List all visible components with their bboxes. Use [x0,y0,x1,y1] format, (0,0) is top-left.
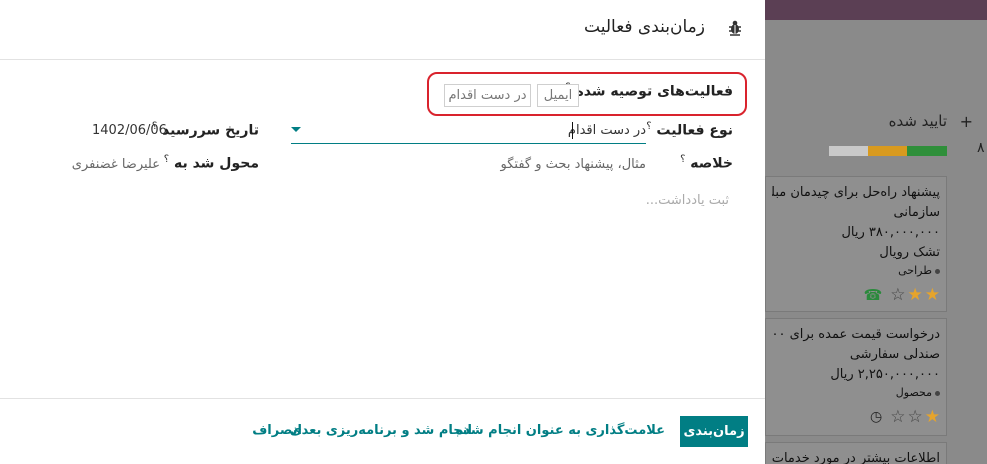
card-tag-label: طراحی [898,264,932,277]
done-schedule-next-button[interactable]: انجام شد و برنامه‌ریزی بعدی [290,423,472,438]
assigned-to-label-text: محول شد به [173,155,259,172]
card-tag: محصول [772,385,940,401]
summary-input[interactable]: مثال، پیشنهاد بحث و گفتگو [501,157,646,172]
star-empty-icon[interactable]: ☆ [890,285,905,305]
card-title-line2: صندلی سفارشی [849,347,940,362]
recommended-activities-label-text: فعالیت‌های توصیه شده [575,83,733,100]
progress-segment-green[interactable] [906,146,947,156]
help-icon[interactable]: ؟ [680,154,685,165]
activity-type-label-text: نوع فعالیت [656,122,733,139]
card-customer: تشک رویال [879,245,940,260]
card-amount: ۲,۲۵۰,۰۰۰,۰۰۰ ریال [830,367,940,382]
progress-segment-orange[interactable] [867,146,907,156]
activity-type-select[interactable]: در دست اقدام [291,120,646,144]
card-amount: ۳۸۰,۰۰۰,۰۰۰ ریال [841,225,940,240]
progress-segment-gray[interactable] [829,146,868,156]
kanban-card[interactable]: پیشنهاد راه‌حل برای چیدمان مبلمان سازمان… [765,176,947,312]
schedule-button[interactable]: زمان‌بندی [680,416,748,447]
kanban-card[interactable]: درخواست قیمت عمده برای ۶۰۰ ع صندلی سفارش… [765,318,947,436]
dialog-title: زمان‌بندی فعالیت [584,17,705,37]
activity-type-value: در دست اقدام [567,123,646,138]
column-add-icon[interactable]: + [960,112,973,131]
help-icon[interactable]: ؟ [646,121,651,132]
card-footer: ★ ☆ ☆ ◷ [772,407,940,427]
card-title-line2: سازمانی [893,205,940,220]
schedule-activity-dialog: زمان‌بندی فعالیت فعالیت‌های توصیه شده ؟ … [0,0,765,464]
help-icon[interactable]: ؟ [164,154,169,165]
card-tag: طراحی [772,263,940,279]
due-date-field[interactable]: 1402/06/06 [92,123,167,138]
note-editor[interactable]: ثبت یادداشت... [646,193,729,208]
text-cursor [572,122,573,139]
tag-dot-icon [935,390,940,396]
clock-icon[interactable]: ◷ [870,409,882,425]
assigned-to-field[interactable]: علیرضا غضنفری [72,157,160,172]
bug-icon[interactable] [725,18,745,38]
summary-label-text: خلاصه [690,155,733,172]
chevron-down-icon[interactable] [291,127,301,132]
kanban-column-title: تایید شده [888,112,947,130]
kanban-column-count: ۸ [977,140,985,156]
tag-dot-icon [935,268,940,274]
recommended-todo-button[interactable]: در دست اقدام [444,84,531,107]
recommended-activities-label: فعالیت‌های توصیه شده ؟ [565,82,733,100]
due-date-label: تاریخ سررسید ؟ [152,121,259,139]
mark-as-done-button[interactable]: علامت‌گذاری به عنوان انجام شده [456,423,665,438]
card-title: اطلاعات بیشتر در مورد خدمات ها [772,451,940,464]
card-title: پیشنهاد راه‌حل برای چیدمان مبلمان [772,185,940,200]
summary-label: خلاصه ؟ [680,154,733,172]
star-filled-icon[interactable]: ★ [925,407,940,427]
card-tag-label: محصول [895,386,932,399]
star-filled-icon[interactable]: ★ [925,285,940,305]
card-title: درخواست قیمت عمده برای ۶۰۰ ع [772,327,940,342]
assigned-to-label: محول شد به ؟ [164,154,259,172]
phone-icon[interactable]: ☎ [864,286,883,304]
kanban-progress-bar[interactable] [829,146,947,156]
card-footer: ★ ★ ☆ ☎ [772,285,940,305]
dialog-header: زمان‌بندی فعالیت [0,0,765,60]
kanban-card[interactable]: اطلاعات بیشتر در مورد خدمات ها [765,442,947,464]
star-empty-icon[interactable]: ☆ [890,407,905,427]
discard-button[interactable]: انصراف [252,423,302,438]
recommended-email-button[interactable]: ایمیل [537,84,579,107]
activity-type-label: نوع فعالیت ؟ [646,121,733,139]
due-date-label-text: تاریخ سررسید [162,122,259,139]
star-empty-icon[interactable]: ☆ [908,407,923,427]
star-filled-icon[interactable]: ★ [908,285,923,305]
